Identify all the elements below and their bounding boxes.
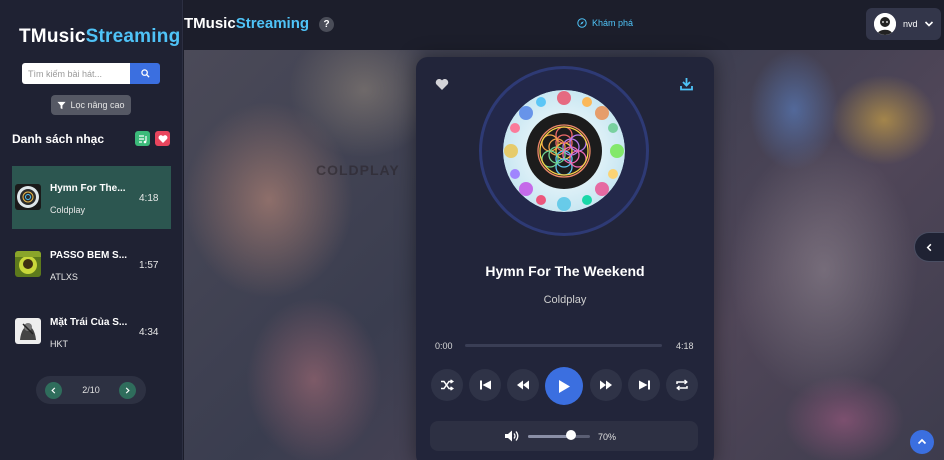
compass-icon — [577, 18, 587, 28]
album-disc — [479, 66, 649, 236]
skip-forward-icon — [638, 380, 650, 390]
song-item[interactable]: Mặt Trái Của S... HKT 4:34 — [12, 300, 171, 363]
brand-part2: Streaming — [85, 26, 181, 47]
repeat-icon — [676, 379, 688, 391]
total-time: 4:18 — [676, 341, 694, 351]
shuffle-button[interactable] — [431, 369, 463, 401]
chevron-up-icon — [917, 438, 927, 445]
heart-icon — [158, 134, 167, 143]
volume-slider-handle[interactable] — [566, 430, 577, 440]
explore-link[interactable]: Khám phá — [577, 18, 633, 28]
filter-icon — [57, 101, 67, 109]
volume-icon — [505, 430, 519, 442]
fast-forward-icon — [600, 380, 612, 390]
advanced-filter-button[interactable]: Lọc nâng cao — [51, 95, 131, 115]
search-button[interactable] — [130, 63, 160, 84]
chevron-right-icon — [125, 387, 130, 394]
heart-icon — [435, 78, 449, 90]
next-page-button[interactable] — [119, 382, 136, 399]
next-track-button[interactable] — [628, 369, 660, 401]
song-title: PASSO BEM S... — [50, 250, 128, 261]
scroll-to-top-button[interactable] — [910, 430, 934, 454]
like-button[interactable] — [435, 78, 449, 96]
repeat-button[interactable] — [666, 369, 698, 401]
previous-track-button[interactable] — [469, 369, 501, 401]
pagination: 2/10 — [36, 376, 146, 404]
skip-back-icon — [479, 380, 491, 390]
play-button[interactable] — [545, 367, 583, 405]
song-thumbnail — [15, 251, 41, 277]
shuffle-icon — [441, 379, 454, 391]
toggle-side-panel-button[interactable] — [914, 232, 944, 262]
progress-bar[interactable] — [465, 344, 662, 347]
brand-part2: Streaming — [235, 15, 310, 32]
song-artist: HKT — [50, 339, 68, 349]
background-banner-text: COLDPLAY — [316, 162, 400, 178]
chevron-down-icon — [924, 21, 934, 27]
brand-part1: TMusic — [184, 15, 236, 32]
username: nvd — [903, 19, 918, 29]
explore-label: Khám phá — [592, 18, 634, 28]
favorites-button[interactable] — [155, 131, 170, 146]
song-item[interactable]: PASSO BEM S... ATLXS 1:57 — [12, 233, 171, 296]
song-item[interactable]: Hymn For The... Coldplay 4:18 — [12, 166, 171, 229]
song-title: Hymn For The... — [50, 183, 126, 194]
current-time: 0:00 — [435, 341, 453, 351]
playlist-icon — [138, 134, 147, 143]
playlist-button[interactable] — [135, 131, 150, 146]
sidebar-logo[interactable]: TMusicStreaming — [19, 26, 180, 48]
avatar — [874, 13, 896, 35]
download-button[interactable] — [680, 77, 693, 96]
sidebar: TMusicStreaming Lọc nâng cao Danh sách n… — [0, 0, 183, 460]
brand-part1: TMusic — [19, 26, 86, 47]
song-thumbnail — [15, 318, 41, 344]
search-icon — [140, 69, 150, 78]
now-playing-artist: Coldplay — [543, 294, 587, 306]
chevron-left-icon — [926, 243, 932, 251]
header-logo[interactable]: TMusicStreaming — [184, 15, 309, 32]
player-card: Hymn For The Weekend Coldplay 0:00 4:18 … — [416, 57, 714, 460]
user-menu[interactable]: nvd — [866, 8, 941, 40]
album-art — [503, 90, 625, 212]
help-button[interactable]: ? — [319, 17, 334, 32]
fast-forward-button[interactable] — [590, 369, 622, 401]
search-input[interactable] — [22, 63, 130, 84]
song-duration: 4:18 — [139, 193, 159, 204]
volume-slider[interactable] — [528, 435, 590, 438]
top-bar: TMusicStreaming ? Khám phá nvd — [184, 0, 944, 50]
song-title: Mặt Trái Của S... — [50, 317, 128, 328]
song-thumbnail — [15, 184, 41, 210]
advanced-filter-label: Lọc nâng cao — [70, 100, 125, 110]
song-duration: 4:34 — [139, 327, 159, 338]
volume-percent: 70% — [598, 432, 617, 442]
now-playing-title: Hymn For The Weekend — [485, 263, 645, 279]
play-icon — [559, 379, 570, 393]
playlist-title: Danh sách nhạc — [12, 132, 105, 146]
download-icon — [680, 78, 693, 91]
song-artist: Coldplay — [50, 205, 86, 215]
mute-button[interactable] — [504, 429, 520, 448]
rewind-button[interactable] — [507, 369, 539, 401]
search-bar — [22, 63, 160, 84]
volume-fill — [528, 435, 572, 438]
volume-control: 70% — [430, 421, 698, 451]
rewind-icon — [517, 380, 529, 390]
song-duration: 1:57 — [139, 260, 159, 271]
song-artist: ATLXS — [50, 272, 78, 282]
